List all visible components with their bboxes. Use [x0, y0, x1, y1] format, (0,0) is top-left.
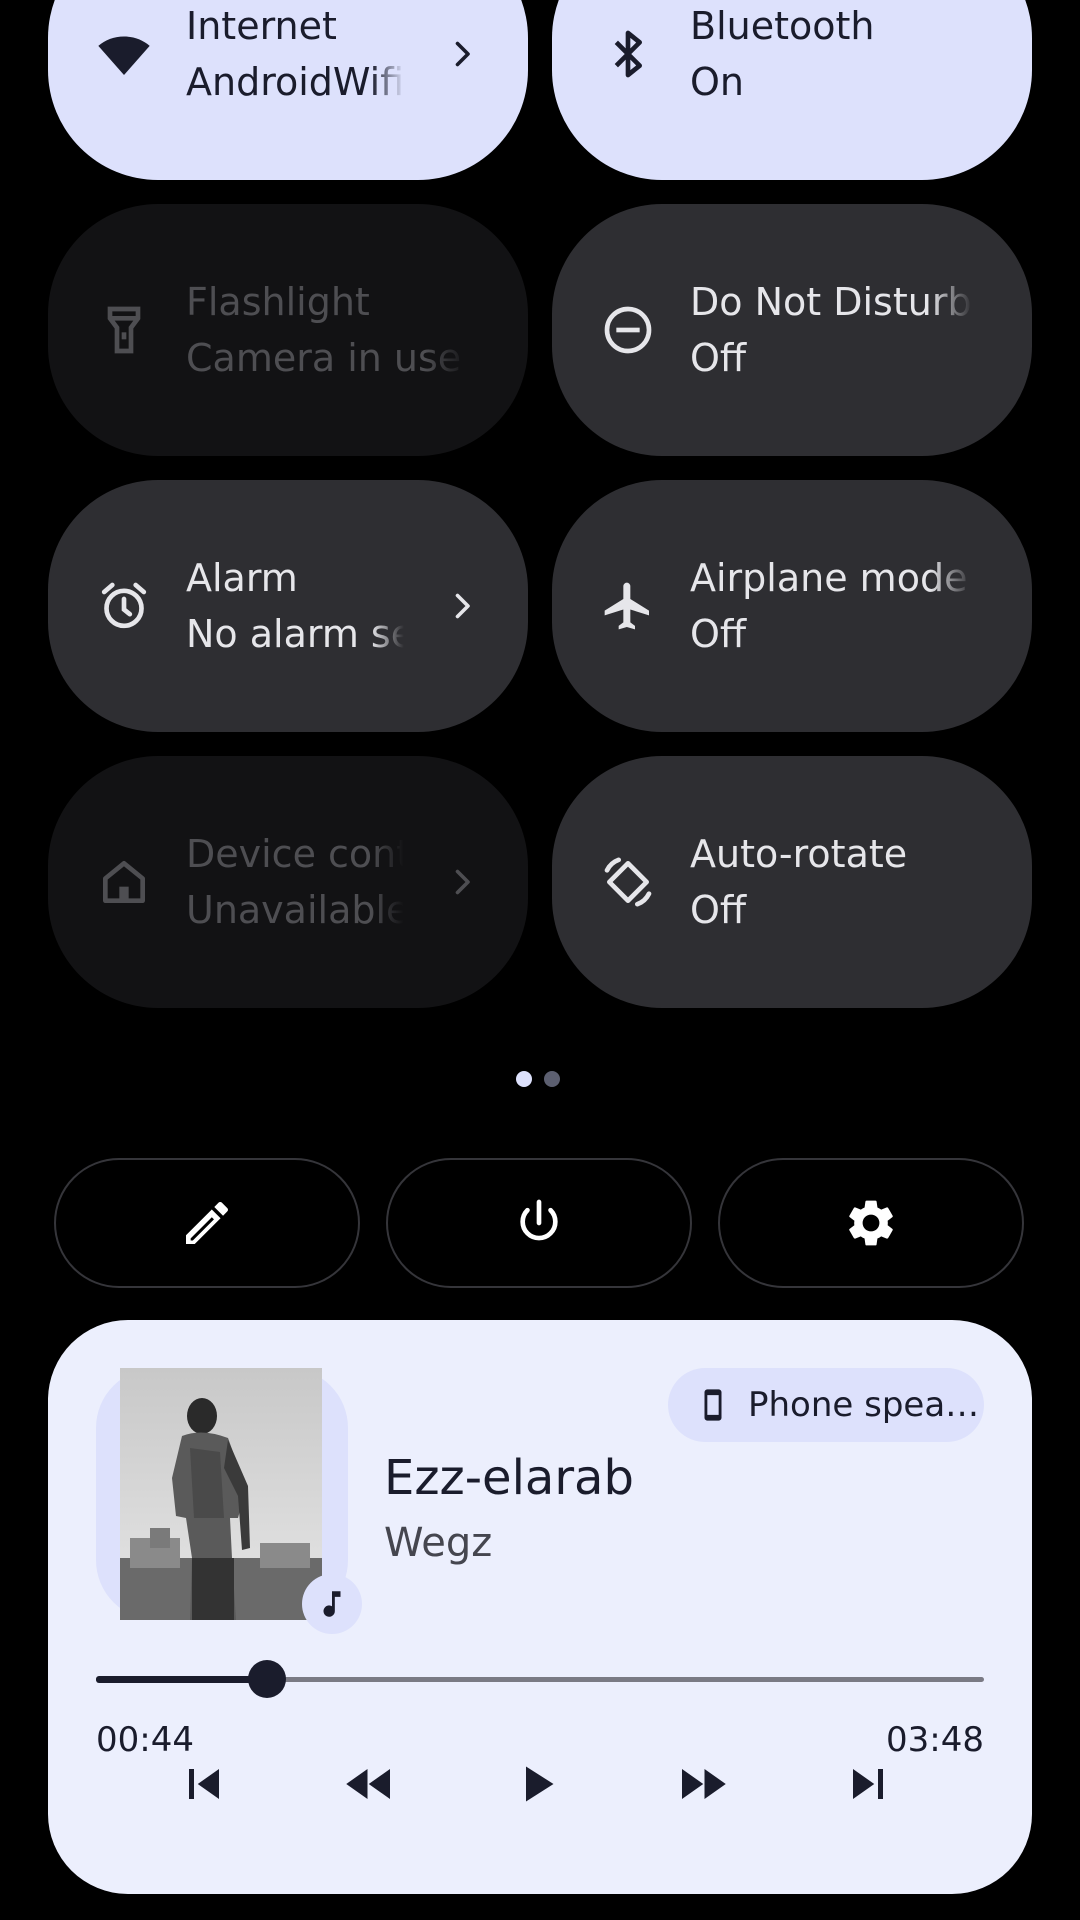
tile-subtitle: Off — [690, 336, 747, 380]
tile-title: Auto-rotate — [690, 832, 908, 876]
page-dot-inactive — [544, 1071, 560, 1087]
tile-subtitle: Off — [690, 612, 747, 656]
music-note-icon — [323, 1591, 341, 1617]
song-title: Ezz-elarab — [384, 1450, 634, 1506]
tile-text: Bluetooth On — [690, 0, 972, 110]
do-not-disturb-icon — [600, 302, 656, 358]
media-player-card[interactable]: Phone spea… Ezz-elarab Wegz 00:44 03:48 — [48, 1320, 1032, 1894]
output-device-chip[interactable]: Phone spea… — [668, 1368, 984, 1442]
page-dot-active — [516, 1071, 532, 1087]
skip-next-icon — [853, 1769, 883, 1799]
chevron-right-icon[interactable] — [444, 588, 480, 624]
tile-airplane[interactable]: Airplane mode Off — [552, 480, 1032, 732]
tile-text: Alarm No alarm set — [186, 550, 404, 662]
seek-bar-progress — [96, 1676, 268, 1683]
tile-text: Flashlight Camera in use — [186, 274, 468, 386]
bluetooth-icon — [600, 26, 656, 82]
play-button[interactable] — [500, 1748, 572, 1820]
chevron-right-icon[interactable] — [444, 36, 480, 72]
alarm-icon — [96, 578, 152, 634]
skip-next-button[interactable] — [832, 1748, 904, 1820]
tile-subtitle: No alarm set — [186, 612, 404, 656]
settings-button[interactable] — [718, 1158, 1024, 1288]
tile-subtitle: Off — [690, 888, 747, 932]
power-button[interactable] — [386, 1158, 692, 1288]
tile-alarm[interactable]: Alarm No alarm set — [48, 480, 528, 732]
skip-previous-button[interactable] — [168, 1748, 240, 1820]
tile-text: Device controls Unavailable — [186, 826, 404, 938]
skip-previous-icon — [189, 1769, 219, 1799]
tile-title: Device controls — [186, 832, 404, 876]
tile-home[interactable]: Device controls Unavailable — [48, 756, 528, 1008]
edit-button[interactable] — [54, 1158, 360, 1288]
tile-text: Airplane mode Off — [690, 550, 972, 662]
tile-title: Airplane mode — [690, 556, 968, 600]
tile-title: Alarm — [186, 556, 298, 600]
tile-subtitle: Camera in use — [186, 336, 462, 380]
album-art — [120, 1368, 322, 1620]
rewind-icon — [346, 1769, 390, 1799]
settings-gear-icon — [849, 1200, 893, 1246]
tile-bluetooth[interactable]: Bluetooth On — [552, 0, 1032, 180]
album-art-container — [96, 1368, 362, 1634]
phone-icon — [704, 1389, 722, 1421]
album-art-image — [120, 1368, 322, 1620]
tile-flashlight[interactable]: Flashlight Camera in use — [48, 204, 528, 456]
airplane-icon — [600, 578, 656, 634]
rewind-button[interactable] — [334, 1748, 406, 1820]
fast-forward-button[interactable] — [666, 1748, 738, 1820]
artist-name: Wegz — [384, 1520, 493, 1566]
tile-subtitle: On — [690, 60, 744, 104]
tile-title: Internet — [186, 4, 337, 48]
page-indicator — [516, 1071, 560, 1089]
seek-bar[interactable] — [96, 1660, 984, 1698]
tile-title: Flashlight — [186, 280, 370, 324]
tile-title: Bluetooth — [690, 4, 875, 48]
tile-title: Do Not Disturb — [690, 280, 972, 324]
play-icon — [526, 1766, 554, 1802]
home-icon — [96, 854, 152, 910]
wifi-icon — [96, 26, 152, 82]
tile-text: Auto-rotate Off — [690, 826, 972, 938]
auto-rotate-icon — [600, 854, 656, 910]
app-badge — [302, 1574, 362, 1634]
tile-auto-rotate[interactable]: Auto-rotate Off — [552, 756, 1032, 1008]
seek-bar-thumb[interactable] — [248, 1660, 287, 1698]
fast-forward-icon — [682, 1769, 726, 1799]
edit-icon — [186, 1201, 229, 1244]
power-icon — [520, 1199, 558, 1241]
tile-do-not-disturb[interactable]: Do Not Disturb Off — [552, 204, 1032, 456]
chevron-right-icon[interactable] — [444, 864, 480, 900]
tile-wifi[interactable]: Internet AndroidWifi — [48, 0, 528, 180]
tile-text: Internet AndroidWifi — [186, 0, 404, 110]
tile-subtitle: AndroidWifi — [186, 60, 404, 104]
tile-subtitle: Unavailable — [186, 888, 404, 932]
output-device-label: Phone spea… — [748, 1385, 980, 1425]
flashlight-icon — [96, 302, 152, 358]
tile-text: Do Not Disturb Off — [690, 274, 972, 386]
